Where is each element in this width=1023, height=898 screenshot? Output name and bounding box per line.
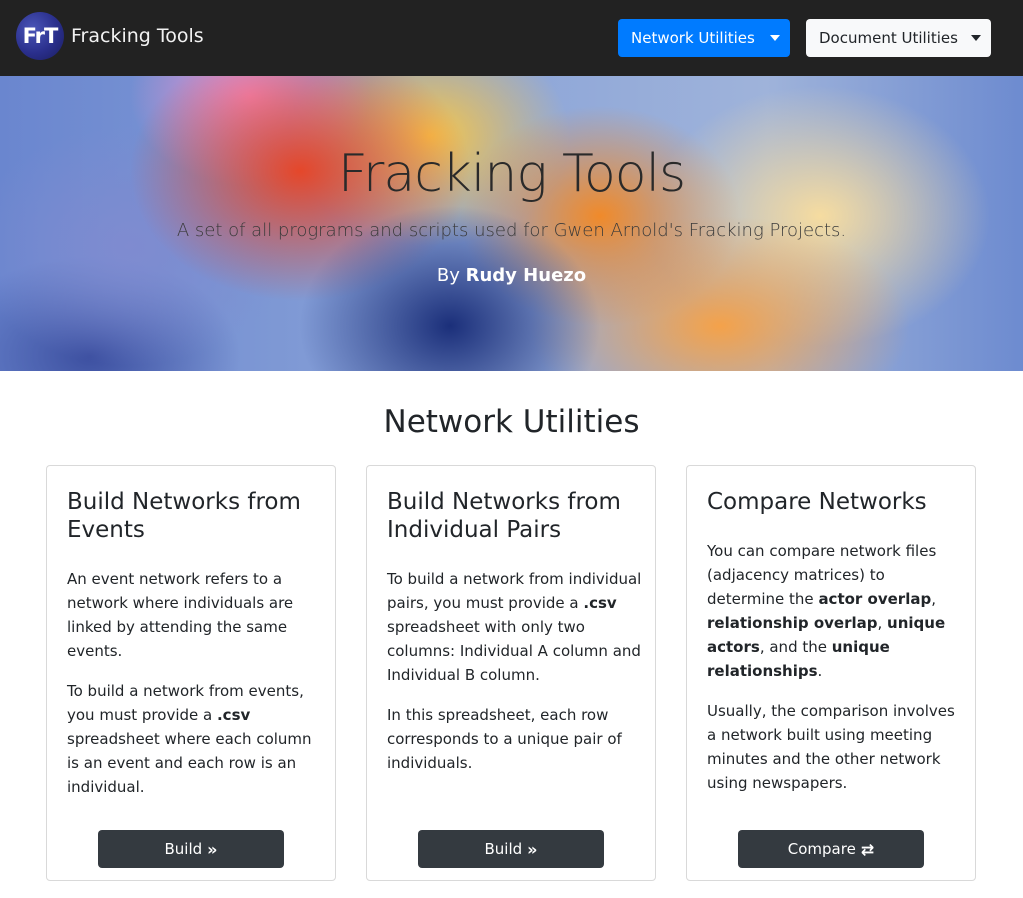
card-paragraph: You can compare network files (adjacency… <box>707 539 963 683</box>
bold-text: relationship overlap <box>707 614 878 632</box>
hero-subtitle: A set of all programs and scripts used f… <box>176 220 847 241</box>
card-text: An event network refers to a network whe… <box>67 567 323 815</box>
compare-button[interactable]: Compare ⇄ <box>738 830 924 868</box>
double-chevron-right-icon: » <box>207 839 218 859</box>
button-label: Build <box>164 840 203 858</box>
card-build-pairs: Build Networks from Individual Pairs To … <box>366 465 656 881</box>
text-span: , <box>877 614 888 632</box>
author-name: Rudy Huezo <box>465 265 587 286</box>
text-span: To build a network from events, you must… <box>67 682 304 724</box>
card-paragraph: An event network refers to a network whe… <box>67 570 294 660</box>
hero-byline: By Rudy Huezo <box>0 265 1023 286</box>
build-pairs-button[interactable]: Build » <box>418 830 604 868</box>
bold-text: .csv <box>216 706 251 724</box>
brand-link[interactable]: FrT Fracking Tools <box>16 12 204 60</box>
top-navbar: FrT Fracking Tools Network Utilities Doc… <box>0 0 1023 76</box>
text-span: spreadsheet with only two columns: Indiv… <box>387 618 641 684</box>
network-utilities-label: Network Utilities <box>631 29 755 47</box>
card-text: You can compare network files (adjacency… <box>707 539 963 811</box>
double-chevron-right-icon: » <box>527 839 538 859</box>
button-label: Build <box>484 840 523 858</box>
card-title: Build Networks from Individual Pairs <box>387 489 621 543</box>
section-title: Network Utilities <box>383 404 640 440</box>
card-title: Build Networks from Events <box>67 489 301 543</box>
text-span: , and the <box>759 638 832 656</box>
byline-prefix: By <box>436 265 460 286</box>
card-title: Compare Networks <box>707 489 927 515</box>
button-label: Compare <box>787 840 856 858</box>
card-paragraph: To build a network from events, you must… <box>67 679 323 799</box>
card-paragraph: In this spreadsheet, each row correspond… <box>387 706 622 772</box>
card-text: To build a network from individual pairs… <box>387 567 643 791</box>
text-span: , <box>931 590 936 608</box>
caret-down-icon <box>971 35 981 41</box>
card-paragraph: To build a network from individual pairs… <box>387 567 643 687</box>
document-utilities-dropdown[interactable]: Document Utilities <box>806 19 991 57</box>
text-span: spreadsheet where each column is an even… <box>67 730 312 796</box>
brand-name: Fracking Tools <box>71 25 204 47</box>
card-build-events: Build Networks from Events An event netw… <box>46 465 336 881</box>
build-events-button[interactable]: Build » <box>98 830 284 868</box>
bold-text: actor overlap <box>818 590 932 608</box>
network-utilities-dropdown[interactable]: Network Utilities <box>618 19 790 57</box>
exchange-arrows-icon: ⇄ <box>860 839 875 859</box>
bold-text: .csv <box>583 594 617 612</box>
hero-banner: Fracking Tools A set of all programs and… <box>0 76 1023 371</box>
text-span: . <box>817 662 823 680</box>
card-paragraph: Usually, the comparison involves a netwo… <box>707 702 955 792</box>
logo-icon: FrT <box>16 12 64 60</box>
document-utilities-label: Document Utilities <box>819 29 958 47</box>
card-compare-networks: Compare Networks You can compare network… <box>686 465 976 881</box>
hero-title: Fracking Tools <box>337 144 686 204</box>
caret-down-icon <box>770 35 780 41</box>
